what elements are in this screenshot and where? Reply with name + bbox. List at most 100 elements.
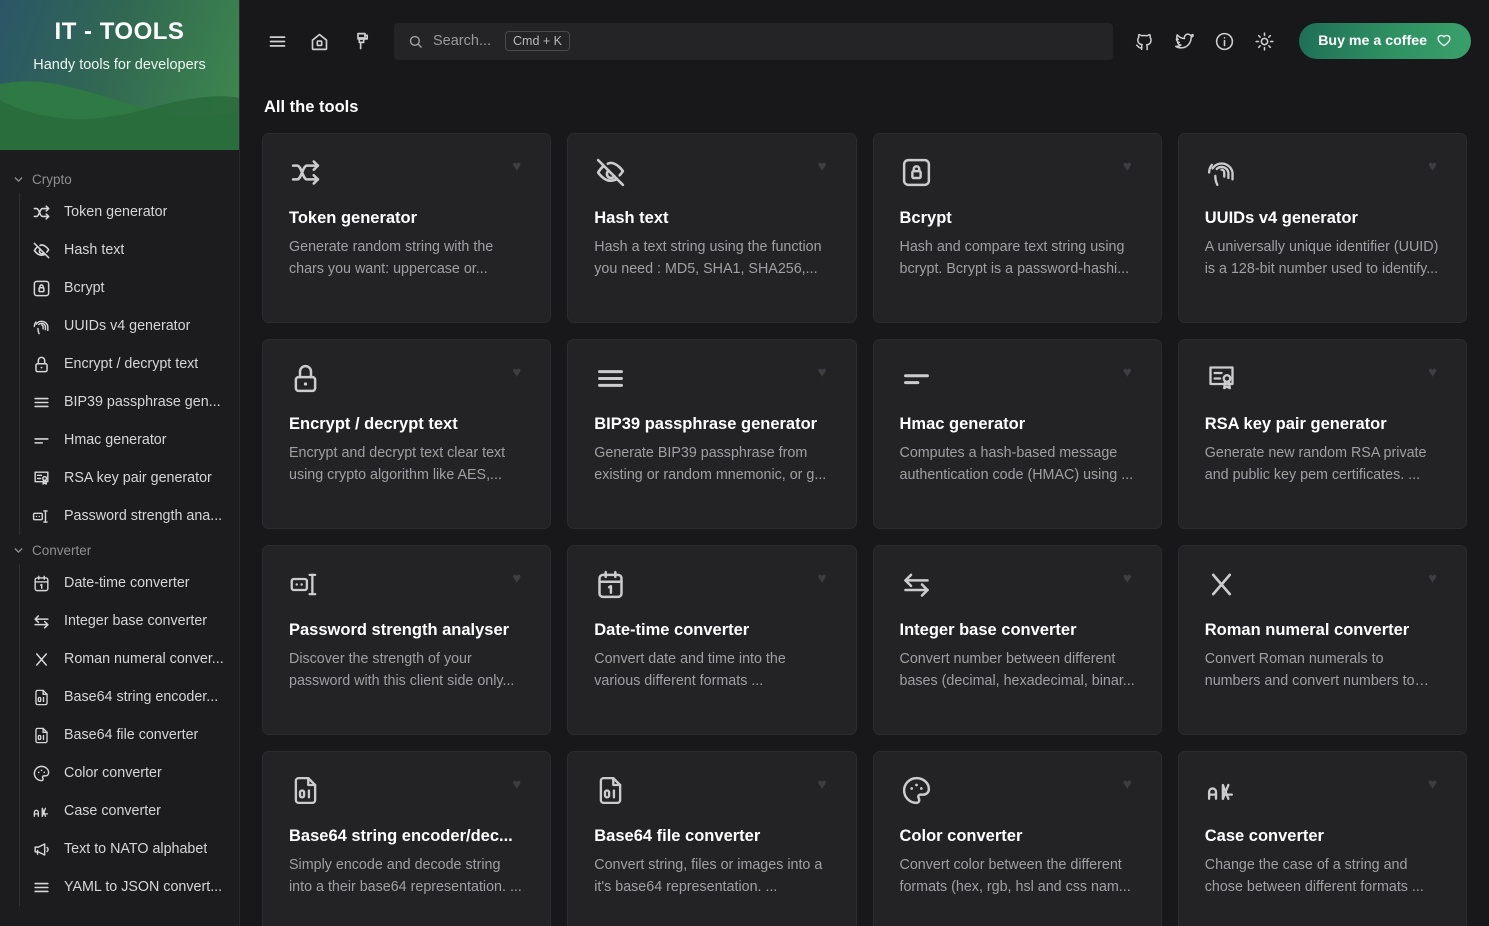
sidebar-item-uuids-v4-generator[interactable]: UUIDs v4 generator (20, 307, 239, 345)
sidebar-item-password-strength-analyser[interactable]: Password strength ana... (20, 497, 239, 535)
arrows-exchange-icon (900, 568, 933, 601)
tool-card[interactable]: ♥ Hmac generator Computes a hash-based m… (872, 339, 1162, 529)
favorite-button[interactable]: ♥ (815, 568, 830, 589)
sidebar-item-label: Base64 file converter (64, 727, 199, 743)
tool-card[interactable]: ♥ Token generator Generate random string… (262, 133, 552, 323)
sidebar-item-rsa-key-pair-generator[interactable]: RSA key pair generator (20, 459, 239, 497)
coffee-button-label: Buy me a coffee (1318, 33, 1427, 49)
tool-card-description: Convert string, files or images into a i… (594, 857, 823, 895)
fingerprint-icon (32, 317, 51, 336)
tool-card-title: UUIDs v4 generator (1204, 209, 1358, 227)
palette-icon (32, 764, 51, 783)
eye-off-icon (32, 241, 51, 260)
favorite-button[interactable]: ♥ (1120, 774, 1135, 795)
favorite-button[interactable]: ♥ (815, 156, 830, 177)
sidebar-item-bip39-passphrase-generator[interactable]: BIP39 passphrase gen... (20, 383, 239, 421)
tools-content: All the tools ♥ Token generator Generate… (240, 82, 1489, 926)
sidebar-item-label: Password strength ana... (64, 508, 223, 524)
tool-card-description: Encrypt and decrypt text clear text usin… (289, 445, 506, 483)
sidebar-item-base64-string-encoder[interactable]: Base64 string encoder... (20, 678, 239, 716)
sidebar-item-roman-numeral-converter[interactable]: Roman numeral conver... (20, 640, 239, 678)
tool-card-title: Encrypt / decrypt text (289, 415, 458, 433)
info-circle-icon[interactable] (1207, 24, 1241, 58)
nav-left-actions (260, 24, 378, 58)
file-binary-icon (289, 774, 322, 807)
tool-card-title: Hash text (594, 209, 669, 227)
tool-card[interactable]: ♥ Base64 string encoder/dec... Simply en… (262, 751, 552, 926)
favorite-button[interactable]: ♥ (1120, 362, 1135, 383)
favorite-button[interactable]: ♥ (509, 774, 524, 795)
tool-card[interactable]: ♥ Password strength analyser Discover th… (262, 545, 552, 735)
fingerprint-icon (1205, 156, 1238, 189)
sidebar-item-text-to-nato-alphabet[interactable]: Text to NATO alphabet (20, 830, 239, 868)
favorite-button[interactable]: ♥ (815, 362, 830, 383)
tool-card[interactable]: ♥ Encrypt / decrypt text Encrypt and dec… (262, 339, 552, 529)
shuffle-icon (32, 203, 51, 222)
favorite-button[interactable]: ♥ (1425, 568, 1440, 589)
sidebar-item-date-time-converter[interactable]: Date-time converter (20, 564, 239, 602)
tool-card[interactable]: ♥ UUIDs v4 generator A universally uniqu… (1177, 133, 1467, 323)
sidebar-group-header-converter[interactable]: Converter (0, 535, 239, 564)
tool-card[interactable]: ♥ Integer base converter Convert number … (872, 545, 1162, 735)
hamburger-menu-icon[interactable] (260, 24, 294, 58)
tool-card-description: Convert date and time into the various d… (594, 651, 786, 689)
tool-card[interactable]: ♥ Bcrypt Hash and compare text string us… (872, 133, 1162, 323)
list-icon (32, 878, 51, 897)
sidebar-item-encrypt-decrypt-text[interactable]: Encrypt / decrypt text (20, 345, 239, 383)
tool-card[interactable]: ♥ Color converter Convert color between … (872, 751, 1162, 926)
app-subtitle: Handy tools for developers (33, 57, 206, 73)
list-icon (594, 362, 627, 395)
tool-card[interactable]: ♥ Case converter Change the case of a st… (1177, 751, 1467, 926)
tool-card-title: RSA key pair generator (1204, 415, 1387, 433)
favorite-button[interactable]: ♥ (509, 362, 524, 383)
sidebar-item-color-converter[interactable]: Color converter (20, 754, 239, 792)
favorite-button[interactable]: ♥ (1120, 568, 1135, 589)
sidebar-group-header-crypto[interactable]: Crypto (0, 164, 239, 193)
palette-icon (900, 774, 933, 807)
chevron-down-icon (12, 544, 25, 557)
favorite-button[interactable]: ♥ (1425, 362, 1440, 383)
tool-card-description: Convert color between the different form… (899, 857, 1131, 895)
sidebar-item-bcrypt[interactable]: Bcrypt (20, 269, 239, 307)
favorite-button[interactable]: ♥ (815, 774, 830, 795)
home-icon[interactable] (302, 24, 336, 58)
sidebar-item-hmac-generator[interactable]: Hmac generator (20, 421, 239, 459)
tool-card-title: Bcrypt (899, 209, 952, 227)
sidebar-item-label: UUIDs v4 generator (64, 318, 191, 334)
sidebar-item-base64-file-converter[interactable]: Base64 file converter (20, 716, 239, 754)
tool-card-description: Hash and compare text string using bcryp… (899, 239, 1130, 277)
sidebar-item-label: Integer base converter (64, 613, 208, 629)
tool-card[interactable]: ♥ Hash text Hash a text string using the… (567, 133, 857, 323)
tool-card-title: Base64 string encoder/dec... (289, 827, 513, 845)
tool-card-title: Color converter (899, 827, 1023, 845)
sun-icon[interactable] (1247, 24, 1281, 58)
sidebar-item-label: Text to NATO alphabet (64, 841, 208, 857)
tool-card[interactable]: ♥ Roman numeral converter Convert Roman … (1177, 545, 1467, 735)
favorite-button[interactable]: ♥ (1120, 156, 1135, 177)
sidebar-item-token-generator[interactable]: Token generator (20, 193, 239, 231)
favorite-button[interactable]: ♥ (1425, 774, 1440, 795)
favorite-button[interactable]: ♥ (1425, 156, 1440, 177)
tool-card[interactable]: ♥ BIP39 passphrase generator Generate BI… (567, 339, 857, 529)
tool-card-title: BIP39 passphrase generator (594, 415, 818, 433)
buy-me-a-coffee-button[interactable]: Buy me a coffee (1299, 23, 1471, 59)
sidebar-item-case-converter[interactable]: Case converter (20, 792, 239, 830)
main-area: Search... Cmd + K Buy me a coffee All th… (240, 0, 1489, 926)
tool-card[interactable]: ♥ Date-time converter Convert date and t… (567, 545, 857, 735)
lock-icon (289, 362, 322, 395)
github-icon[interactable] (1127, 24, 1161, 58)
tool-card[interactable]: ♥ Base64 file converter Convert string, … (567, 751, 857, 926)
sidebar-item-hash-text[interactable]: Hash text (20, 231, 239, 269)
lock-square-icon (900, 156, 933, 189)
favorite-button[interactable]: ♥ (509, 156, 524, 177)
twitter-icon[interactable] (1167, 24, 1201, 58)
brush-icon[interactable] (344, 24, 378, 58)
search-input[interactable]: Search... Cmd + K (394, 22, 1114, 60)
favorite-button[interactable]: ♥ (509, 568, 524, 589)
tool-card-title: Token generator (289, 209, 418, 227)
sidebar-item-yaml-to-json-converter[interactable]: YAML to JSON convert... (20, 868, 239, 906)
tool-card[interactable]: ♥ RSA key pair generator Generate new ra… (1177, 339, 1467, 529)
tool-card-description: Change the case of a string and chose be… (1204, 857, 1424, 895)
sidebar-item-integer-base-converter[interactable]: Integer base converter (20, 602, 239, 640)
sidebar-item-label: Color converter (64, 765, 162, 781)
